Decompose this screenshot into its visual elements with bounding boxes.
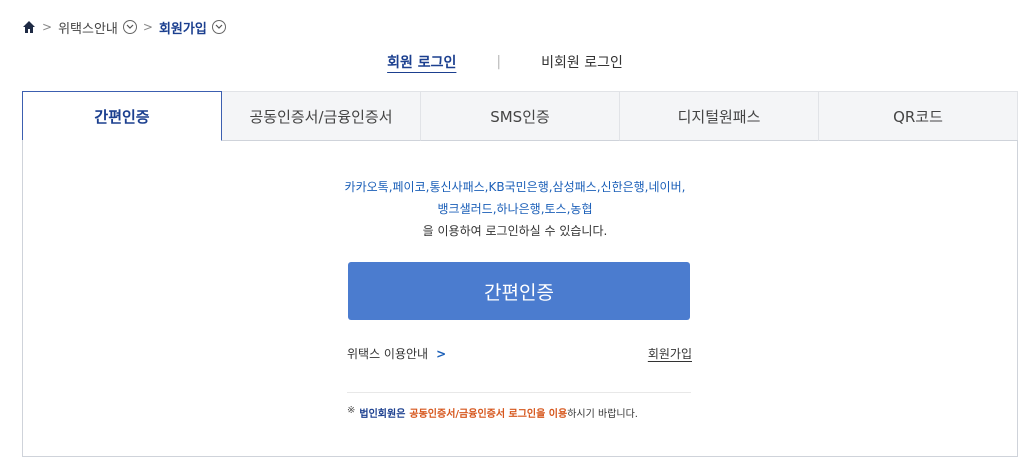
tab-simple-auth[interactable]: 간편인증 — [22, 91, 222, 141]
wetax-guide-link[interactable]: 위택스 이용안내 > — [347, 345, 446, 362]
chevron-down-icon[interactable] — [122, 20, 137, 34]
signup-link[interactable]: 회원가입 — [648, 345, 692, 362]
member-login-tab[interactable]: 회원 로그인 — [387, 52, 456, 72]
auth-method-tabs: 간편인증 공동인증서/금융인증서 SMS인증 디지털원패스 QR코드 — [22, 91, 1018, 141]
simple-auth-button[interactable]: 간편인증 — [348, 262, 690, 320]
chevron-right-icon: > — [42, 20, 53, 34]
breadcrumb-item-signup[interactable]: 회원가입 — [159, 18, 226, 37]
chevron-right-icon: > — [142, 20, 153, 34]
login-type-switch: 회원 로그인 | 비회원 로그인 — [0, 50, 1030, 74]
providers-text: 뱅크샐러드,하나은행,토스,농협 — [437, 202, 593, 216]
chevron-down-icon[interactable] — [211, 20, 226, 34]
notice-mark: ※ — [347, 405, 356, 416]
tab-digital-onepass[interactable]: 디지털원패스 — [620, 91, 819, 141]
breadcrumb-label: 위택스안내 — [58, 21, 118, 37]
providers-text: 카카오톡,페이코,통신사패스,KB국민은행,삼성패스,신한은행,네이버, — [344, 180, 686, 194]
auth-description: 카카오톡,페이코,통신사패스,KB국민은행,삼성패스,신한은행,네이버, 뱅크샐… — [0, 176, 1030, 242]
description-text: 을 이용하여 로그인하실 수 있습니다. — [422, 224, 608, 238]
home-icon[interactable] — [22, 20, 36, 34]
tab-sms[interactable]: SMS인증 — [421, 91, 620, 141]
tab-qr-code[interactable]: QR코드 — [819, 91, 1018, 141]
tab-certificate[interactable]: 공동인증서/금융인증서 — [222, 91, 421, 141]
breadcrumb-item-guide[interactable]: 위택스안내 — [58, 18, 137, 37]
divider — [347, 392, 691, 393]
notice-text: 하시기 바랍니다. — [567, 409, 638, 420]
breadcrumb: > 위택스안내 > 회원가입 — [22, 16, 226, 38]
corporate-notice: ※ 법인회원은 공동인증서/금융인증서 로그인을 이용 하시기 바랍니다. — [347, 405, 638, 420]
notice-text: 법인회원은 — [359, 409, 406, 420]
guest-login-tab[interactable]: 비회원 로그인 — [541, 52, 623, 72]
chevron-right-icon: > — [436, 346, 447, 361]
notice-highlight: 공동인증서/금융인증서 로그인을 이용 — [409, 409, 568, 420]
guide-link-label: 위택스 이용안내 — [347, 347, 429, 361]
breadcrumb-label: 회원가입 — [158, 21, 207, 37]
divider: | — [496, 54, 502, 70]
